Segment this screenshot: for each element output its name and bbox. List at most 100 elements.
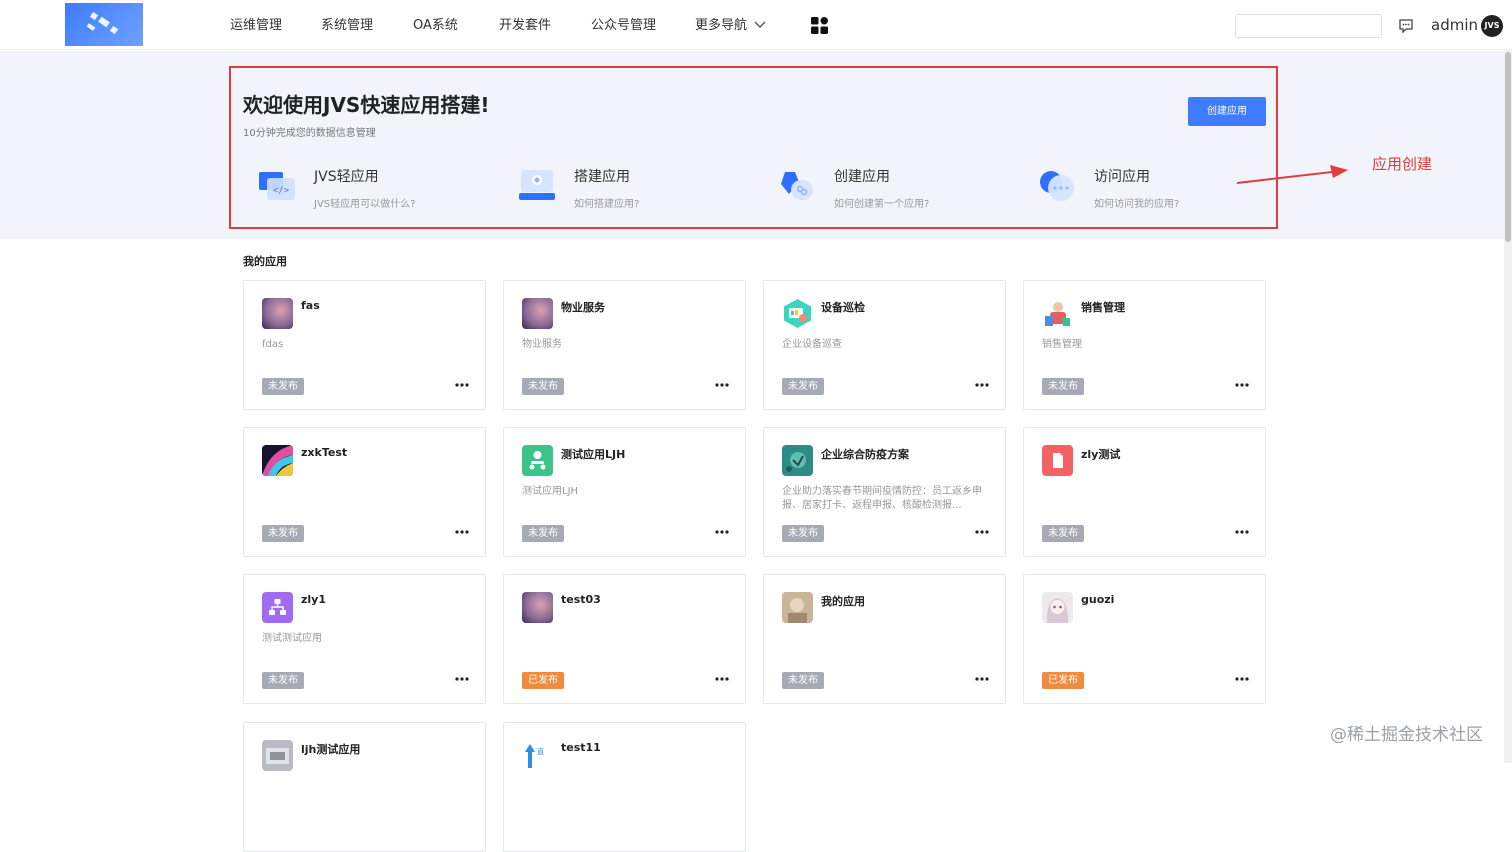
app-name: test03 (561, 593, 601, 606)
feature-desc: 如何访问我的应用? (1094, 199, 1180, 210)
status-badge: 未发布 (262, 525, 304, 542)
more-options-icon[interactable] (454, 671, 470, 687)
app-card[interactable]: zly测试未发布 (1023, 427, 1266, 557)
user-name[interactable]: admin (1431, 16, 1478, 34)
status-badge: 未发布 (1042, 378, 1084, 395)
nav-item-oa[interactable]: OA系统 (413, 17, 458, 35)
more-options-icon[interactable] (974, 671, 990, 687)
app-description: fdas (262, 339, 284, 350)
annotation-label: 应用创建 (1372, 155, 1433, 173)
link-cube-icon (781, 172, 813, 200)
app-card[interactable]: test03 已发布 (503, 574, 746, 704)
colorful-abstract-icon (262, 445, 293, 476)
feature-build-app[interactable]: 搭建应用 如何搭建应用? (519, 160, 769, 220)
feature-jvs-light-app[interactable]: </> JVS轻应用 JVS轻应用可以做什么? (259, 160, 509, 220)
my-apps-title: 我的应用 (243, 255, 287, 268)
search-input[interactable] (1235, 14, 1382, 38)
more-options-icon[interactable] (714, 671, 730, 687)
feature-desc: 如何创建第一个应用? (834, 199, 930, 210)
app-name: fas (301, 299, 320, 312)
status-badge: 已发布 (1042, 672, 1084, 689)
app-name: 设备巡检 (821, 301, 865, 314)
nav-item-dev-kit[interactable]: 开发套件 (499, 17, 551, 35)
avatar[interactable]: JVS (1481, 15, 1503, 37)
sales-illustration-icon (1042, 298, 1073, 329)
status-badge: 未发布 (782, 525, 824, 542)
welcome-title: 欢迎使用JVS快速应用搭建! (243, 93, 490, 117)
feature-desc: 如何搭建应用? (574, 199, 640, 210)
app-card[interactable]: 测试应用LJH 测试应用LJH 未发布 (503, 427, 746, 557)
purple-network-icon (262, 592, 293, 623)
message-icon[interactable] (1398, 18, 1414, 34)
more-options-icon[interactable] (1234, 671, 1250, 687)
welcome-subtitle: 10分钟完成您的数据信息管理 (243, 128, 376, 139)
green-people-icon (522, 445, 553, 476)
app-card[interactable]: 我的应用 未发布 (763, 574, 1006, 704)
chat-bubble-icon (1040, 171, 1074, 201)
nav-item-ops[interactable]: 运维管理 (230, 17, 282, 35)
more-options-icon[interactable] (1234, 377, 1250, 393)
app-name: zly测试 (1081, 448, 1121, 461)
nav-item-official-account[interactable]: 公众号管理 (591, 17, 656, 35)
feature-title: 创建应用 (834, 169, 890, 185)
feature-title: 访问应用 (1094, 169, 1150, 185)
app-card[interactable]: ljh测试应用 (243, 722, 486, 852)
app-grid-icon[interactable] (810, 16, 829, 35)
app-description: 物业服务 (522, 339, 562, 350)
logo[interactable] (65, 3, 143, 46)
app-card[interactable]: guozi 已发布 (1023, 574, 1266, 704)
app-description: 测试测试应用 (262, 633, 322, 644)
device-hexagon-icon (782, 298, 813, 329)
nav-item-system[interactable]: 系统管理 (321, 17, 373, 35)
grey-photo-icon (262, 740, 293, 771)
app-card[interactable]: 物业服务 物业服务 未发布 (503, 280, 746, 410)
beige-photo-icon (782, 592, 813, 623)
chevron-down-icon[interactable] (752, 17, 768, 33)
feature-title: JVS轻应用 (314, 169, 379, 185)
nav-item-more[interactable]: 更多导航 (695, 17, 747, 35)
anime-photo-icon (1042, 592, 1073, 623)
app-card[interactable]: 销售管理 销售管理 未发布 (1023, 280, 1266, 410)
app-card[interactable]: zly1 测试测试应用 未发布 (243, 574, 486, 704)
status-badge: 未发布 (782, 672, 824, 689)
feature-desc: JVS轻应用可以做什么? (314, 199, 416, 210)
more-options-icon[interactable] (974, 377, 990, 393)
app-name: zxkTest (301, 446, 348, 459)
app-description: 销售管理 (1042, 339, 1082, 350)
app-description: 企业助力落实春节期间疫情防控：员工返乡申报、居家打卡、返程申报、核酸检测报... (782, 486, 982, 511)
app-card[interactable]: 直 test11 (503, 722, 746, 852)
code-window-icon: </> (259, 172, 295, 200)
gradient-purple-icon (522, 298, 553, 329)
app-name: guozi (1081, 593, 1115, 606)
gradient-purple-icon (262, 298, 293, 329)
feature-title: 搭建应用 (574, 169, 630, 185)
more-options-icon[interactable] (714, 524, 730, 540)
status-badge: 未发布 (522, 525, 564, 542)
status-badge: 未发布 (1042, 525, 1084, 542)
app-description: 企业设备巡查 (782, 339, 842, 350)
top-navigation-bar: 运维管理 系统管理 OA系统 开发套件 公众号管理 更多导航 admin JVS (0, 0, 1512, 50)
more-options-icon[interactable] (974, 524, 990, 540)
red-document-icon (1042, 445, 1073, 476)
more-options-icon[interactable] (454, 377, 470, 393)
app-card[interactable]: fas fdas 未发布 (243, 280, 486, 410)
annotation-arrow-icon (1236, 165, 1348, 184)
status-badge: 未发布 (782, 378, 824, 395)
more-options-icon[interactable] (454, 524, 470, 540)
more-options-icon[interactable] (1234, 524, 1250, 540)
scrollbar-thumb[interactable] (1505, 52, 1511, 242)
app-name: zly1 (301, 593, 326, 606)
feature-create-app[interactable]: 创建应用 如何创建第一个应用? (779, 160, 1029, 220)
app-name: 测试应用LJH (561, 448, 626, 461)
app-card[interactable]: 设备巡检企业设备巡查未发布 (763, 280, 1006, 410)
svg-text:直: 直 (537, 747, 544, 756)
more-options-icon[interactable] (714, 377, 730, 393)
status-badge: 未发布 (522, 378, 564, 395)
app-name: 销售管理 (1081, 301, 1125, 314)
blue-arrow-logo-icon: 直 (522, 740, 553, 771)
app-description: 测试应用LJH (522, 486, 579, 497)
create-app-button[interactable]: 创建应用 (1188, 97, 1266, 126)
app-card[interactable]: zxkTest 未发布 (243, 427, 486, 557)
app-card[interactable]: 企业综合防疫方案 企业助力落实春节期间疫情防控：员工返乡申报、居家打卡、返程申报、… (763, 427, 1006, 557)
app-name: 物业服务 (561, 301, 605, 314)
